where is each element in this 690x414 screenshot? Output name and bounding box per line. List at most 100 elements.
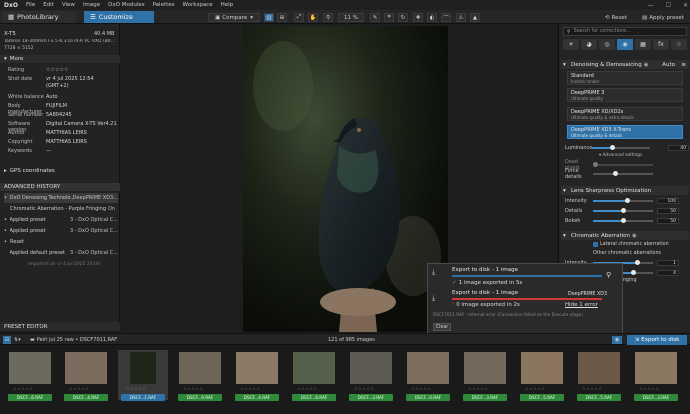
horizon-icon[interactable]: ⌒ — [441, 13, 451, 22]
advanced-history-header[interactable]: ADVANCED HISTORY — [0, 183, 120, 191]
zoom-icon[interactable]: ⚲ — [323, 13, 333, 22]
color-tab-icon[interactable]: ◕ — [581, 39, 597, 50]
force-details-row[interactable]: Force details — [565, 168, 689, 180]
thumbnail[interactable]: ☆☆☆☆☆ DSCF...4.RAF — [232, 350, 282, 401]
rating-stars[interactable]: ☆☆☆☆☆ — [126, 386, 146, 391]
main-photo[interactable] — [243, 26, 448, 332]
warning-icon[interactable]: ⚠ — [456, 13, 466, 22]
thumbnail[interactable]: ☆☆☆☆☆ DSCF...5.RAF — [517, 350, 567, 401]
thumbnail[interactable]: ☆☆☆☆☆ DSCF...8.RAF — [289, 350, 339, 401]
chromatic-aberration-header[interactable]: ▾ Chromatic Aberration ◉ — [561, 231, 689, 240]
geometry-tab-icon[interactable]: ◉ — [617, 39, 633, 50]
denoise-option-standard[interactable]: Standard Instant render — [567, 71, 683, 85]
lens-sharpness-header[interactable]: ▾ Lens Sharpness Optimization — [561, 186, 689, 195]
rating-stars[interactable]: ☆☆☆☆☆ — [297, 386, 317, 391]
slider-value[interactable]: 4 — [657, 270, 679, 276]
slider-value[interactable]: 50 — [657, 208, 679, 214]
denoising-auto[interactable]: Auto — [662, 62, 675, 68]
histogram-icon[interactable]: ▲ — [470, 13, 480, 22]
more-section-header[interactable]: ▾ More — [0, 55, 120, 63]
menu-dxo-modules[interactable]: DxO Modules — [108, 2, 144, 8]
thumbnail[interactable]: ☆☆☆☆☆ DSCF...6.RAF — [5, 350, 55, 401]
thumbnail[interactable]: ☆☆☆☆☆ DSCF...3.RAF — [460, 350, 510, 401]
grid-view-icon[interactable]: ⊞ — [277, 13, 287, 22]
light-tab-icon[interactable]: ☀ — [563, 39, 579, 50]
rating-stars[interactable]: ☆☆☆☆☆ — [582, 386, 602, 391]
force-details-track[interactable] — [593, 171, 653, 176]
advanced-settings-toggle[interactable]: ▾ Advanced settings — [599, 153, 642, 158]
crop-icon[interactable]: ⌗ — [384, 13, 394, 22]
search-icon[interactable]: ⚲ — [606, 271, 611, 279]
history-item[interactable]: Applied default preset 3 - DxO Optical C.… — [4, 248, 119, 258]
hide-errors-link[interactable]: Hide 1 error — [565, 302, 598, 308]
denoise-option-deepprime-xd3[interactable]: DeepPRIME XD3 X-Trans Ultimate quality & … — [567, 125, 683, 139]
menu-view[interactable]: View — [62, 2, 75, 8]
rating-stars[interactable]: ☆☆☆☆☆ — [468, 386, 488, 391]
repair-icon[interactable]: ✚ — [413, 13, 423, 22]
thumbnail[interactable]: ☆☆☆☆☆ DSCF...0.RAF — [403, 350, 453, 401]
lens-intensity-slider[interactable]: Intensity 100 — [565, 197, 689, 205]
thumbnail[interactable]: ☆☆☆☆☆ DSCF...3.RAF — [631, 350, 681, 401]
preset-editor-header[interactable]: PRESET EDITOR — [0, 322, 120, 331]
rating-stars[interactable]: ☆☆☆☆☆ — [46, 67, 68, 73]
history-item[interactable]: • DxO Denoising Technolo... DeepPRIME XD3.… — [4, 193, 118, 203]
slider-track[interactable] — [593, 218, 653, 223]
search-box[interactable]: ⚲ Search for corrections... — [563, 27, 687, 36]
slider-track[interactable] — [593, 198, 653, 203]
compare-button[interactable]: ▣ Compare ▾ — [208, 13, 260, 22]
apply-preset-button[interactable]: ▤ Apply preset — [638, 13, 688, 22]
maximize-icon[interactable]: ☐ — [666, 2, 671, 9]
denoise-option-deepprime3[interactable]: DeepPRIME 3 Ultimate quality — [567, 88, 683, 102]
export-to-disk-button[interactable]: ⇲ Export to disk — [627, 335, 687, 345]
rating-stars[interactable]: ☆☆☆☆☆ — [354, 386, 374, 391]
menu-palettes[interactable]: Palettes — [153, 2, 175, 8]
rating-stars[interactable]: ☆☆☆☆☆ — [69, 386, 89, 391]
luminance-value[interactable]: 40 — [667, 145, 689, 151]
eye-icon[interactable]: ◉ — [612, 336, 622, 344]
eye-icon[interactable]: ◉ — [632, 233, 637, 239]
rating-stars[interactable]: ☆☆☆☆☆ — [411, 386, 431, 391]
rating-stars[interactable]: ☆☆☆☆☆ — [183, 386, 203, 391]
lens-bokeh-slider[interactable]: Bokeh 50 — [565, 217, 689, 225]
fit-icon[interactable]: ⤢ — [294, 13, 304, 22]
slider-value[interactable]: 50 — [657, 218, 679, 224]
thumbnail[interactable]: ☆☆☆☆☆ DSCF...5.RAF — [574, 350, 624, 401]
rating-stars[interactable]: ☆☆☆☆☆ — [240, 386, 260, 391]
minimize-icon[interactable]: — — [648, 2, 654, 9]
menu-image[interactable]: Image — [83, 2, 100, 8]
luminance-knob[interactable] — [610, 145, 616, 150]
split-view-icon[interactable]: ▥ — [264, 13, 274, 22]
mask-icon[interactable]: ◐ — [427, 13, 437, 22]
effects-tab-icon[interactable]: fx — [653, 39, 669, 50]
menu-file[interactable]: File — [26, 2, 35, 8]
rating-stars[interactable]: ☆☆☆☆☆ — [13, 386, 33, 391]
more-icon[interactable]: ≡ — [681, 62, 686, 68]
history-item[interactable]: Chromatic Aberration - Purple Fringing On — [4, 204, 118, 214]
slider-value[interactable]: 1 — [657, 260, 679, 266]
history-item[interactable]: • Reset — [4, 237, 118, 247]
dead-pixels-track[interactable] — [593, 162, 653, 167]
eye-icon[interactable]: ◉ — [644, 62, 649, 68]
thumbnail[interactable]: ☆☆☆☆☆ DSCF...9.RAF — [175, 350, 225, 401]
rating-stars[interactable]: ☆☆☆☆☆ — [525, 386, 545, 391]
thumbnail[interactable]: ☆☆☆☆☆ DSCF...4.RAF — [61, 350, 111, 401]
reset-button[interactable]: ⟲ Reset — [598, 13, 634, 22]
menu-workspace[interactable]: Workspace — [183, 2, 213, 8]
thumbnail[interactable]: ☆☆☆☆☆ DSCF...3.RAF — [346, 350, 396, 401]
luminance-slider[interactable]: Luminance 40 — [565, 144, 689, 152]
history-item[interactable]: • Applied preset 3 - DxO Optical C... — [4, 226, 118, 236]
rating-stars[interactable]: ☆☆☆☆☆ — [639, 386, 659, 391]
meta-value[interactable]: — — [46, 148, 51, 154]
menu-edit[interactable]: Edit — [43, 2, 54, 8]
history-item[interactable]: • Applied preset 3 - DxO Optical C... — [4, 215, 118, 225]
tab-customize[interactable]: ☰ Customize — [84, 11, 154, 23]
denoising-header[interactable]: ▾ Denoising & Demosaicing ◉ Auto ≡ — [561, 60, 689, 69]
gps-section-header[interactable]: ▸ GPS coordinates — [0, 167, 120, 175]
thumbnail-selected[interactable]: ☆☆☆☆☆ DSCF...1.RAF — [118, 350, 168, 401]
lateral-ca-checkbox[interactable]: Lateral chromatic aberration — [593, 242, 669, 247]
sort-icon[interactable]: ⇅▾ — [14, 336, 26, 344]
local-tab-icon[interactable]: ▦ — [635, 39, 651, 50]
zoom-level[interactable]: 11 % — [338, 13, 364, 22]
close-icon[interactable]: ✕ — [683, 2, 688, 9]
eyedropper-icon[interactable]: ✎ — [370, 13, 380, 22]
